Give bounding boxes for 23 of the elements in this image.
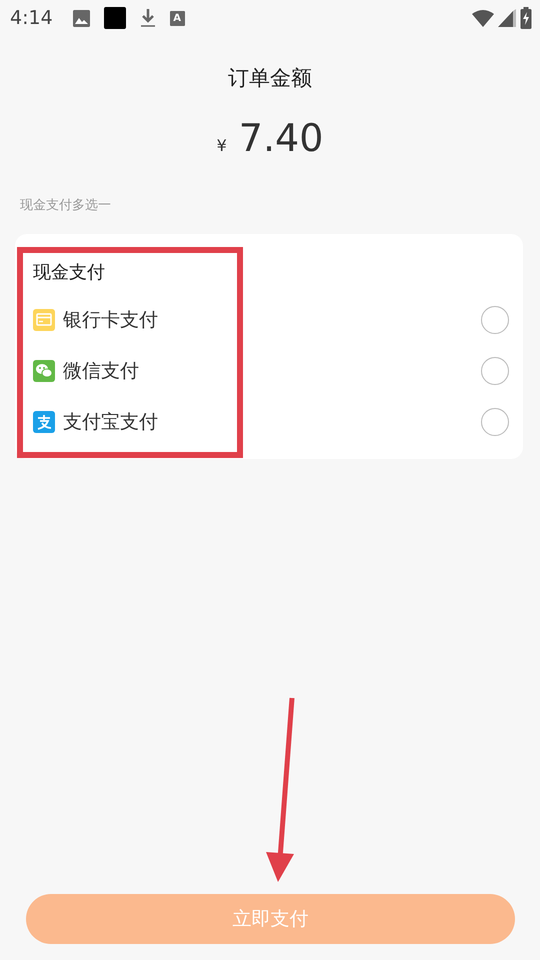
wifi-icon [472, 9, 494, 27]
status-time: 4:14 [10, 7, 53, 29]
radio-button[interactable] [481, 306, 509, 334]
radio-button[interactable] [481, 356, 509, 384]
card-title: 现金支付 [33, 261, 106, 284]
payment-option-label: 银行卡支付 [63, 308, 159, 332]
notification-icon [104, 7, 126, 29]
battery-icon [520, 7, 532, 29]
bank-card-icon [33, 308, 55, 330]
image-icon [72, 10, 90, 26]
payment-option-label: 微信支付 [63, 358, 140, 384]
payment-hint: 现金支付多选一 [20, 197, 112, 214]
radio-button[interactable] [481, 408, 509, 436]
signal-icon [498, 9, 516, 27]
payment-app-icon [33, 410, 55, 432]
order-amount: 7.40 [238, 116, 324, 160]
currency-symbol: ¥ [216, 136, 227, 155]
download-icon [140, 8, 156, 28]
order-amount-title: 订单金额 [227, 65, 313, 92]
pay-now-button[interactable]: 立即支付 [26, 894, 515, 944]
chat-bubbles-icon [33, 360, 55, 382]
keyboard-badge: A [170, 10, 185, 26]
payment-option-label: 支付宝支付 [63, 410, 159, 434]
